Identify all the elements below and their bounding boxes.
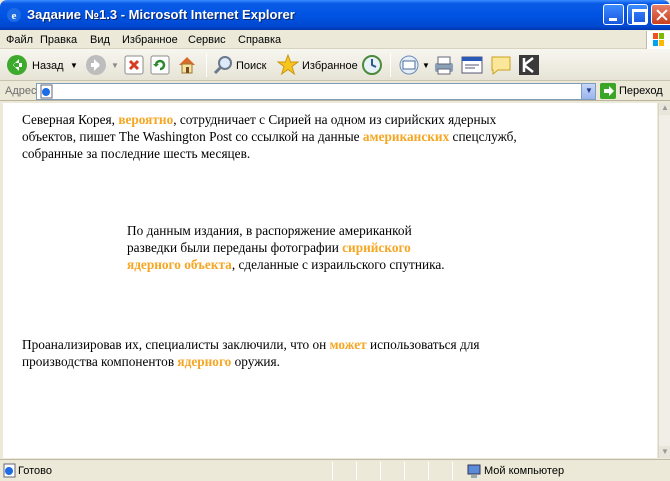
text-span: , сотрудничает с Сирией на одном из сири… [173, 112, 497, 127]
status-separator [428, 462, 429, 480]
toolbar-separator [390, 53, 391, 77]
highlighted-word: вероятно [118, 112, 174, 127]
mail-icon[interactable] [398, 54, 420, 76]
paragraph-2-line-2: разведки были переданы фотографии сирийс… [127, 239, 411, 256]
menu-favorites[interactable]: Избранное [122, 34, 178, 46]
status-separator [356, 462, 357, 480]
back-arrow-icon[interactable] [6, 54, 28, 76]
status-separator [452, 462, 453, 480]
menu-edit[interactable]: Правка [40, 34, 77, 46]
scroll-down-arrow-icon[interactable]: ▼ [659, 446, 670, 458]
paragraph-1-line-2: объектов, пишет The Washington Post со с… [22, 128, 517, 145]
scroll-up-arrow-icon[interactable]: ▲ [659, 103, 670, 115]
text-span: использоваться для [366, 337, 480, 352]
address-bar: Адрес: ▼ Переход [0, 81, 670, 101]
go-button-label[interactable]: Переход [619, 85, 663, 97]
edit-icon[interactable] [461, 55, 483, 75]
status-separator [380, 462, 381, 480]
windows-flag-icon [646, 31, 670, 49]
search-button-label[interactable]: Поиск [236, 60, 266, 72]
text-span: Северная Корея, [22, 112, 119, 127]
menu-view[interactable]: Вид [90, 34, 110, 46]
highlighted-word: американских [362, 129, 450, 144]
text-span: разведки были переданы фотографии [127, 240, 343, 255]
discuss-icon[interactable] [490, 54, 512, 76]
status-separator [404, 462, 405, 480]
security-zone: Мой компьютер [484, 465, 565, 477]
stop-icon[interactable] [124, 55, 144, 75]
back-dropdown-icon[interactable]: ▼ [70, 61, 78, 70]
menu-file[interactable]: Файл [6, 34, 33, 46]
text-span: Проанализировав их, специалисты заключил… [22, 337, 330, 352]
highlighted-word: может [329, 337, 367, 352]
search-icon[interactable] [213, 55, 233, 75]
text-span: оружия. [231, 354, 280, 369]
favorites-button-label[interactable]: Избранное [302, 60, 358, 72]
history-icon[interactable] [361, 54, 383, 76]
toolbar-separator [206, 53, 207, 77]
vertical-scrollbar[interactable]: ▲ ▼ [658, 103, 670, 458]
status-bar: Готово Мой компьютер [0, 459, 670, 481]
paragraph-1-line-3: собранные за последние шесть месяцев. [22, 146, 251, 161]
highlighted-word: ядерного [177, 354, 232, 369]
favorites-star-icon[interactable] [277, 54, 299, 76]
messenger-icon[interactable] [518, 54, 540, 76]
status-text: Готово [18, 465, 52, 477]
window-title: Задание №1.3 - Microsoft Internet Explor… [27, 7, 295, 22]
paragraph-2-line-1: По данным издания, в распоряжение америк… [127, 223, 412, 238]
page-icon [40, 84, 53, 99]
refresh-icon[interactable] [150, 55, 170, 75]
text-span: объектов, пишет The Washington Post со с… [22, 129, 363, 144]
home-icon[interactable] [176, 54, 198, 76]
highlighted-word: сирийского [342, 240, 411, 255]
address-dropdown-button[interactable]: ▼ [581, 83, 596, 100]
paragraph-2-line-3: ядерного объекта, сделанные с израильско… [127, 256, 445, 273]
text-span: , сделанные с израильского спутника. [231, 257, 445, 272]
menu-help[interactable]: Справка [238, 34, 281, 46]
go-arrow-icon[interactable] [600, 83, 616, 99]
address-input[interactable] [36, 83, 596, 100]
mail-dropdown-icon[interactable]: ▼ [422, 61, 430, 70]
ie-icon: e [7, 8, 21, 22]
forward-arrow-icon[interactable] [85, 54, 107, 76]
paragraph-3-line-1: Проанализировав их, специалисты заключил… [22, 336, 480, 353]
highlighted-word: ядерного объекта [127, 257, 232, 272]
standard-toolbar: Назад ▼ ▼ Поиск Избранное ▼ [0, 49, 670, 81]
menu-tools[interactable]: Сервис [188, 34, 226, 46]
close-button[interactable] [651, 4, 670, 25]
back-button-label[interactable]: Назад [32, 60, 64, 72]
page-done-icon [3, 463, 16, 478]
minimize-button[interactable] [603, 4, 624, 25]
text-span: спецслужб, [449, 129, 517, 144]
ie-window: e Задание №1.3 - Microsoft Internet Expl… [0, 0, 670, 481]
maximize-button[interactable] [627, 4, 648, 25]
print-icon[interactable] [433, 54, 455, 76]
address-label: Адрес: [5, 85, 40, 97]
paragraph-1-line-1: Северная Корея, вероятно, сотрудничает с… [22, 111, 496, 128]
paragraph-3-line-2: производства компонентов ядерного оружия… [22, 353, 280, 370]
text-span: производства компонентов [22, 354, 178, 369]
computer-icon [467, 464, 481, 478]
title-bar[interactable]: e Задание №1.3 - Microsoft Internet Expl… [0, 0, 670, 30]
status-separator [332, 462, 333, 480]
page-content: Северная Корея, вероятно, сотрудничает с… [3, 103, 657, 458]
forward-dropdown-icon[interactable]: ▼ [111, 61, 119, 70]
menu-bar: Файл Правка Вид Избранное Сервис Справка [0, 30, 670, 49]
svg-text:e: e [12, 10, 17, 22]
